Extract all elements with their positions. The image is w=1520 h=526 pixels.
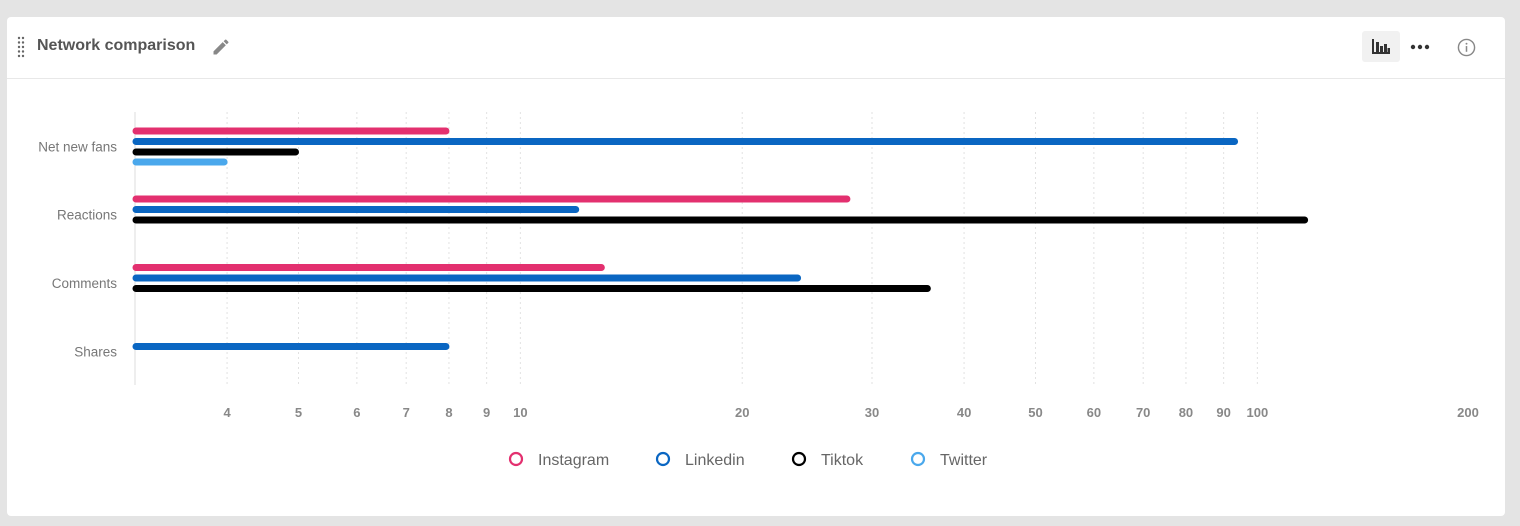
bar-chart: 4 5 6 7 8 9 10 20 30 40 50 60 70 80 90 100 200 Net new fa… [38,112,1479,469]
legend-marker-linkedin [655,451,671,467]
legend-marker-instagram [508,451,524,467]
category-label: Reactions [57,208,117,223]
legend-marker-twitter [910,451,926,467]
x-tick-label: 60 [1087,405,1101,420]
x-tick-label: 10 [513,405,527,420]
category-label: Net new fans [38,140,117,155]
legend-label: Tiktok [821,452,864,469]
x-tick-label: 200 [1457,405,1479,420]
category-label: Comments [52,276,118,291]
x-tick-label: 100 [1247,405,1269,420]
x-tick-label: 5 [295,405,302,420]
legend-label: Instagram [538,452,609,469]
x-tick-label: 20 [735,405,749,420]
legend-label: Linkedin [685,452,745,469]
x-tick-label: 40 [957,405,971,420]
x-tick-label: 90 [1216,405,1230,420]
x-tick-label: 7 [403,405,410,420]
category-label: Shares [74,345,117,360]
x-tick-label: 9 [483,405,490,420]
x-tick-label: 6 [353,405,360,420]
legend-label: Twitter [940,452,988,469]
legend-marker-tiktok [791,451,807,467]
x-tick-label: 80 [1179,405,1193,420]
x-tick-label: 70 [1136,405,1150,420]
x-tick-label: 50 [1028,405,1042,420]
x-tick-label: 4 [223,405,231,420]
x-tick-label: 8 [445,405,452,420]
x-tick-label: 30 [865,405,879,420]
